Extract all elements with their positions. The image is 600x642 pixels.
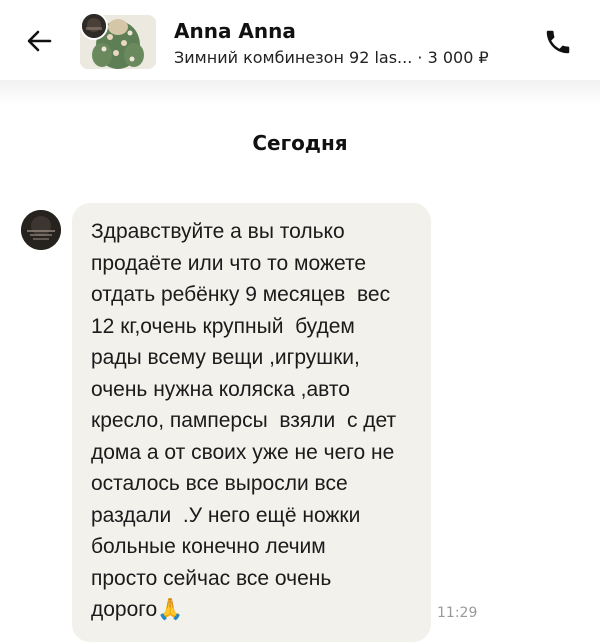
phone-icon xyxy=(546,30,570,54)
message-body: Здравствуйте а вы только продаёте или чт… xyxy=(91,220,397,621)
seller-name: Anna Anna xyxy=(174,19,296,43)
message-text: Здравствуйте а вы только продаёте или чт… xyxy=(91,216,413,626)
message-bubble[interactable]: Здравствуйте а вы только продаёте или чт… xyxy=(72,203,431,642)
item-price: 3 000 ₽ xyxy=(427,48,489,67)
day-separator: Сегодня xyxy=(252,131,348,155)
item-separator: · xyxy=(412,48,428,67)
chat-header: Anna Anna Зимний комбинезон 92 las... · … xyxy=(0,0,600,80)
header-text[interactable]: Anna Anna Зимний комбинезон 92 las... · … xyxy=(174,18,534,68)
item-info: Зимний комбинезон 92 las... · 3 000 ₽ xyxy=(174,48,534,68)
arrow-left-icon xyxy=(27,30,52,52)
call-button[interactable] xyxy=(540,24,576,60)
pray-emoji: 🙏 xyxy=(157,598,184,621)
sender-avatar[interactable] xyxy=(21,210,61,250)
seller-mini-avatar xyxy=(80,12,108,40)
header-divider xyxy=(0,80,600,106)
item-title: Зимний комбинезон 92 las... xyxy=(174,48,413,67)
message-time: 11:29 xyxy=(437,605,478,621)
back-button[interactable] xyxy=(22,24,56,58)
